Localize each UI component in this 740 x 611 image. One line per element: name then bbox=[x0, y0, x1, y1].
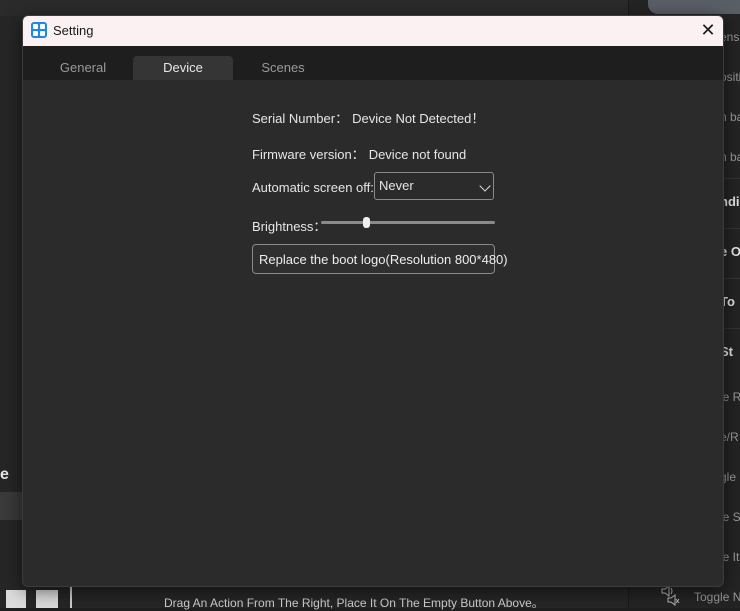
chevron-down-icon bbox=[479, 180, 491, 192]
close-icon[interactable]: ✕ bbox=[693, 16, 723, 46]
firmware-row: Firmware version： Device not found bbox=[252, 144, 466, 163]
brightness-slider[interactable] bbox=[321, 217, 495, 228]
left-panel-heading: e bbox=[0, 466, 9, 483]
serial-number-value: Device Not Detected！ bbox=[352, 111, 485, 126]
device-settings-panel: Serial Number： Device Not Detected！ Firmw… bbox=[23, 80, 723, 586]
firmware-label: Firmware version： bbox=[252, 147, 365, 162]
drag-hint: Drag An Action From The Right, Place It … bbox=[164, 596, 544, 610]
screen-off-label: Automatic screen off: bbox=[252, 180, 374, 195]
actions-panel-top-button[interactable] bbox=[648, 0, 740, 14]
screen-off-select[interactable]: Never bbox=[374, 172, 494, 200]
brightness-label: Brightness： bbox=[252, 219, 327, 234]
tab-bar: General Device Scenes bbox=[23, 46, 723, 81]
replace-boot-logo-button[interactable]: Replace the boot logo(Resolution 800*480… bbox=[252, 244, 508, 274]
action-item-10[interactable]: Toggle N bbox=[694, 590, 740, 604]
tab-general[interactable]: General bbox=[33, 56, 133, 80]
serial-number-row: Serial Number： Device Not Detected！ bbox=[252, 108, 484, 127]
setting-dialog: Setting ✕ General Device Scenes Serial N… bbox=[22, 15, 724, 587]
serial-number-label: Serial Number： bbox=[252, 111, 349, 126]
left-panel-bar bbox=[0, 492, 22, 520]
tab-scenes[interactable]: Scenes bbox=[233, 56, 333, 80]
button-slot-1[interactable] bbox=[6, 590, 26, 608]
title-bar: Setting ✕ bbox=[23, 16, 723, 46]
mute-icon[interactable] bbox=[660, 584, 680, 611]
background-toolbar bbox=[0, 0, 628, 16]
firmware-value: Device not found bbox=[368, 147, 467, 162]
screen-off-selected: Never bbox=[379, 178, 414, 193]
brightness-slider-thumb[interactable] bbox=[363, 217, 371, 228]
dialog-title: Setting bbox=[53, 23, 94, 38]
app-icon bbox=[31, 22, 47, 38]
button-slot-2[interactable] bbox=[36, 590, 58, 608]
tab-device[interactable]: Device bbox=[133, 56, 233, 80]
